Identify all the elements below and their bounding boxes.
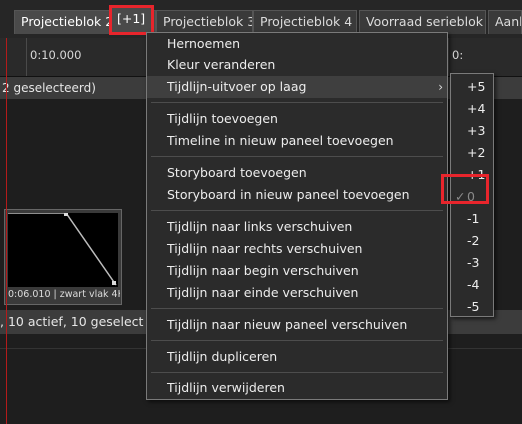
menu-item-change-color[interactable]: Kleur veranderen [147, 54, 447, 76]
menu-separator [151, 156, 443, 157]
menu-item-move-begin[interactable]: Tijdlijn naar begin verschuiven [147, 260, 447, 282]
ruler-time-label-2: 0: [452, 48, 464, 62]
layer-option-plus-4[interactable]: +4 [451, 98, 493, 120]
menu-item-label: Storyboard in nieuw paneel toevoegen [167, 187, 410, 202]
menu-item-duplicate[interactable]: Tijdlijn dupliceren [147, 346, 447, 368]
tab-label: Aank [495, 14, 521, 29]
tab-label: Projectieblok 3 [163, 14, 253, 29]
menu-item-move-new-panel[interactable]: Tijdlijn naar nieuw paneel verschuiven [147, 314, 447, 336]
menu-item-label: Tijdlijn naar nieuw paneel verschuiven [167, 317, 408, 332]
clip-fade-curve-icon [8, 213, 117, 286]
layer-option-minus-3[interactable]: -3 [451, 252, 493, 274]
menu-item-label: Tijdlijn toevoegen [167, 111, 278, 126]
menu-item-add-storyboard-new-panel[interactable]: Storyboard in nieuw paneel toevoegen [147, 184, 447, 206]
menu-item-timeline-output-layer[interactable]: Tijdlijn-uitvoer op laag › [147, 76, 447, 98]
menu-separator [151, 102, 443, 103]
menu-item-label: Tijdlijn naar einde verschuiven [167, 285, 359, 300]
tab-layer-indicator[interactable]: [+1] [109, 5, 154, 35]
tab-label: Projectieblok 2 [21, 14, 114, 29]
tab-aank[interactable]: Aank [488, 10, 522, 34]
selection-bar-text: 2 geselecteerd) [2, 81, 96, 95]
tab-layer-indicator-label: [+1] [117, 11, 146, 26]
menu-item-move-right[interactable]: Tijdlijn naar rechts verschuiven [147, 238, 447, 260]
layer-option-label: +5 [467, 79, 486, 94]
menu-item-label: Tijdlijn naar rechts verschuiven [167, 241, 363, 256]
menu-item-add-timeline[interactable]: Tijdlijn toevoegen [147, 108, 447, 130]
layer-option-plus-3[interactable]: +3 [451, 120, 493, 142]
menu-separator [151, 340, 443, 341]
timeline-clip[interactable]: 0:06.010 | zwart vlak 4K (... [4, 209, 122, 305]
menu-item-rename[interactable]: Hernoemen [147, 33, 447, 55]
submenu-arrow-icon: › [438, 80, 443, 94]
playhead-line[interactable] [6, 38, 7, 424]
menu-separator [151, 308, 443, 309]
layer-option-minus-4[interactable]: -4 [451, 274, 493, 296]
layer-option-label: -4 [467, 277, 480, 292]
layer-option-label: -1 [467, 211, 480, 226]
layer-option-label: -3 [467, 255, 480, 270]
menu-separator [151, 372, 443, 373]
highlight-box [441, 174, 489, 204]
menu-item-move-left[interactable]: Tijdlijn naar links verschuiven [147, 216, 447, 238]
layer-option-label: -5 [467, 299, 480, 314]
layer-option-label: -2 [467, 233, 480, 248]
menu-item-add-storyboard[interactable]: Storyboard toevoegen [147, 162, 447, 184]
menu-item-label: Tijdlijn naar links verschuiven [167, 219, 353, 234]
menu-item-label: Hernoemen [167, 36, 241, 51]
layer-option-label: +2 [467, 145, 486, 160]
menu-item-label: Tijdlijn-uitvoer op laag [167, 79, 307, 94]
tab-label: Projectieblok 4 [260, 14, 353, 29]
menu-separator [151, 210, 443, 211]
layer-option-plus-5[interactable]: +5 [451, 76, 493, 98]
menu-item-label: Kleur veranderen [167, 57, 276, 72]
layer-option-minus-2[interactable]: -2 [451, 230, 493, 252]
menu-item-move-end[interactable]: Tijdlijn naar einde verschuiven [147, 282, 447, 304]
tab-projectieblok-4[interactable]: Projectieblok 4 [253, 10, 357, 34]
menu-item-label: Storyboard toevoegen [167, 165, 307, 180]
clip-thumbnail [8, 213, 118, 287]
menu-item-add-timeline-new-panel[interactable]: Timeline in nieuw paneel toevoegen [147, 130, 447, 152]
layer-option-label: +4 [467, 101, 486, 116]
menu-item-label: Tijdlijn dupliceren [167, 349, 278, 364]
layer-option-plus-2[interactable]: +2 [451, 142, 493, 164]
tab-voorraad-serieblok[interactable]: Voorraad serieblok [359, 10, 486, 34]
layer-option-minus-5[interactable]: -5 [451, 296, 493, 318]
status-bar-text: , 10 actief, 10 geselect [0, 314, 144, 329]
menu-item-label: Tijdlijn naar begin verschuiven [167, 263, 359, 278]
tab-context-menu: Hernoemen Kleur veranderen Tijdlijn-uitv… [146, 32, 448, 400]
tab-label: Voorraad serieblok [366, 14, 483, 29]
layer-option-label: +3 [467, 123, 486, 138]
menu-item-label: Tijdlijn verwijderen [167, 380, 285, 395]
layer-option-minus-1[interactable]: -1 [451, 208, 493, 230]
ruler-tick [26, 38, 27, 76]
ruler-time-label: 0:10.000 [30, 48, 82, 62]
menu-item-delete[interactable]: Tijdlijn verwijderen [147, 377, 447, 399]
menu-item-label: Timeline in nieuw paneel toevoegen [167, 133, 394, 148]
ruler-tick [448, 38, 449, 76]
clip-caption: 0:06.010 | zwart vlak 4K (... [8, 289, 120, 300]
tab-projectieblok-3[interactable]: Projectieblok 3 [156, 10, 253, 34]
